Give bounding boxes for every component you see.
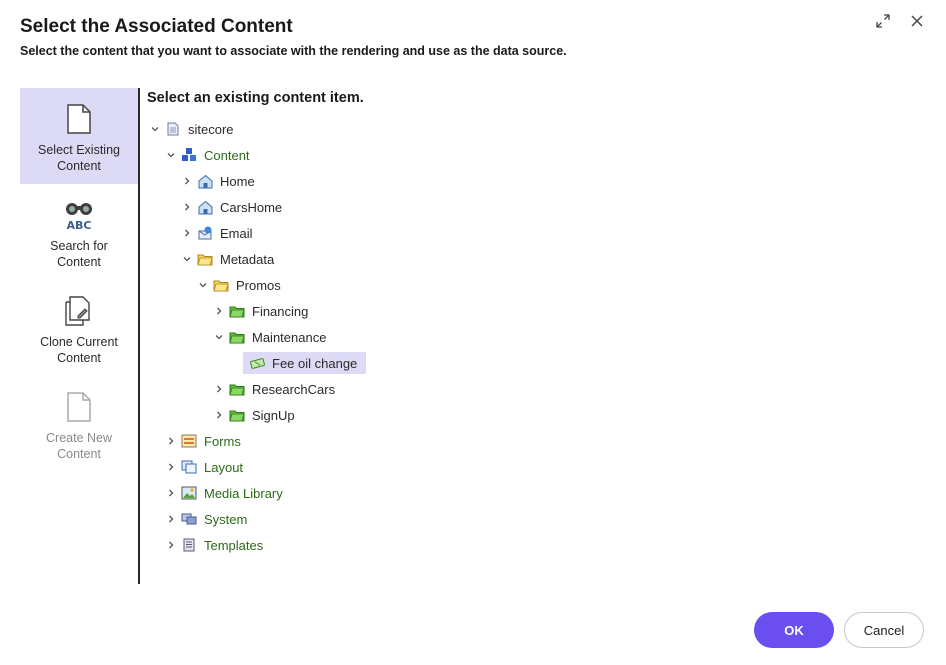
page-icon bbox=[165, 121, 181, 137]
tree-node-forms: Forms bbox=[163, 430, 244, 452]
tree-node-financing: Financing bbox=[211, 300, 311, 322]
green-folder-icon bbox=[229, 407, 245, 423]
tree-node-label[interactable]: Promos bbox=[233, 276, 284, 295]
content-mode-sidebar: Select Existing Content ABC Search for C… bbox=[20, 88, 138, 584]
chevron-right-icon[interactable] bbox=[179, 225, 195, 241]
tree-node-sitecore: sitecore bbox=[147, 118, 237, 140]
sidebar-divider bbox=[138, 88, 140, 584]
tree-node-label[interactable]: Maintenance bbox=[249, 328, 329, 347]
chevron-right-icon[interactable] bbox=[163, 459, 179, 475]
tree-node-label[interactable]: SignUp bbox=[249, 406, 298, 425]
media-icon bbox=[181, 485, 197, 501]
tree-node-maintenance: Maintenance bbox=[211, 326, 329, 348]
tree-node-label[interactable]: System bbox=[201, 510, 250, 529]
templates-icon bbox=[181, 537, 197, 553]
svg-text:ABC: ABC bbox=[67, 219, 92, 231]
ticket-icon bbox=[249, 355, 265, 371]
tree-node-label[interactable]: Email bbox=[217, 224, 256, 243]
expand-icon bbox=[876, 13, 890, 33]
chevron-right-icon[interactable] bbox=[179, 199, 195, 215]
tree-node-media-library: Media Library bbox=[163, 482, 286, 504]
sidebar-item-create-new[interactable]: Create New Content bbox=[20, 376, 138, 472]
sidebar-item-label: Search for Content bbox=[50, 239, 108, 269]
tree-node-templates: Templates bbox=[163, 534, 266, 556]
tree-node-content: Content bbox=[163, 144, 253, 166]
chevron-down-icon[interactable] bbox=[179, 251, 195, 267]
content-cubes-icon bbox=[181, 147, 197, 163]
tree-node-label[interactable]: Home bbox=[217, 172, 258, 191]
tree-node-label[interactable]: sitecore bbox=[185, 120, 237, 139]
tree-node-layout: Layout bbox=[163, 456, 246, 478]
tree-node-fee-oil-change[interactable]: Fee oil change bbox=[243, 352, 367, 374]
email-icon bbox=[197, 225, 213, 241]
forms-icon bbox=[181, 433, 197, 449]
ok-button[interactable]: OK bbox=[754, 612, 834, 648]
tree-node-promos: Promos bbox=[195, 274, 284, 296]
sidebar-item-select-existing[interactable]: Select Existing Content bbox=[20, 88, 138, 184]
chevron-right-icon[interactable] bbox=[179, 173, 195, 189]
tree-node-label[interactable]: Forms bbox=[201, 432, 244, 451]
document-clone-icon bbox=[62, 294, 96, 328]
chevron-right-icon[interactable] bbox=[211, 303, 227, 319]
home-icon bbox=[197, 173, 213, 189]
tree-node-signup: SignUp bbox=[211, 404, 298, 426]
green-folder-icon bbox=[229, 329, 245, 345]
chevron-right-icon[interactable] bbox=[211, 381, 227, 397]
tree-node-home: Home bbox=[179, 170, 258, 192]
tree-heading: Select an existing content item. bbox=[147, 90, 364, 106]
dialog-title: Select the Associated Content bbox=[20, 16, 293, 37]
tree-node-label[interactable]: ResearchCars bbox=[249, 380, 338, 399]
close-button[interactable] bbox=[906, 12, 928, 34]
tree-node-label[interactable]: Templates bbox=[201, 536, 266, 555]
tree-node-label[interactable]: CarsHome bbox=[217, 198, 285, 217]
tree-node-label[interactable]: Layout bbox=[201, 458, 246, 477]
tree-node-label[interactable]: Financing bbox=[249, 302, 311, 321]
maximize-button[interactable] bbox=[872, 12, 894, 34]
sidebar-item-label: Select Existing Content bbox=[38, 143, 120, 173]
green-folder-icon bbox=[229, 303, 245, 319]
dialog-subtitle: Select the content that you want to asso… bbox=[20, 44, 567, 58]
tree-node-system: System bbox=[163, 508, 250, 530]
tree-node-metadata: Metadata bbox=[179, 248, 277, 270]
close-icon bbox=[910, 14, 924, 33]
tree-node-label[interactable]: Metadata bbox=[217, 250, 277, 269]
cancel-button[interactable]: Cancel bbox=[844, 612, 924, 648]
green-folder-icon bbox=[229, 381, 245, 397]
sidebar-item-search[interactable]: ABC Search for Content bbox=[20, 184, 138, 280]
selection-highlight[interactable]: Fee oil change bbox=[243, 352, 367, 374]
chevron-down-icon[interactable] bbox=[147, 121, 163, 137]
document-icon bbox=[62, 102, 96, 136]
folder-icon bbox=[197, 251, 213, 267]
folder-icon bbox=[213, 277, 229, 293]
chevron-right-icon[interactable] bbox=[163, 511, 179, 527]
home-icon bbox=[197, 199, 213, 215]
chevron-down-icon[interactable] bbox=[211, 329, 227, 345]
chevron-down-icon[interactable] bbox=[195, 277, 211, 293]
document-new-icon bbox=[62, 390, 96, 424]
chevron-right-icon[interactable] bbox=[163, 537, 179, 553]
chevron-right-icon[interactable] bbox=[163, 485, 179, 501]
layout-icon bbox=[181, 459, 197, 475]
sidebar-item-label: Clone Current Content bbox=[40, 335, 118, 365]
chevron-right-icon[interactable] bbox=[211, 407, 227, 423]
tree-node-researchcars: ResearchCars bbox=[211, 378, 338, 400]
sidebar-item-clone[interactable]: Clone Current Content bbox=[20, 280, 138, 376]
tree-node-email: Email bbox=[179, 222, 256, 244]
tree-node-carshome: CarsHome bbox=[179, 196, 285, 218]
tree-node-label[interactable]: Media Library bbox=[201, 484, 286, 503]
chevron-right-icon[interactable] bbox=[163, 433, 179, 449]
system-icon bbox=[181, 511, 197, 527]
chevron-down-icon[interactable] bbox=[163, 147, 179, 163]
tree-node-label: Fee oil change bbox=[272, 355, 358, 371]
tree-node-label[interactable]: Content bbox=[201, 146, 253, 165]
binoculars-abc-icon: ABC bbox=[62, 198, 96, 232]
sidebar-item-label: Create New Content bbox=[46, 431, 112, 461]
